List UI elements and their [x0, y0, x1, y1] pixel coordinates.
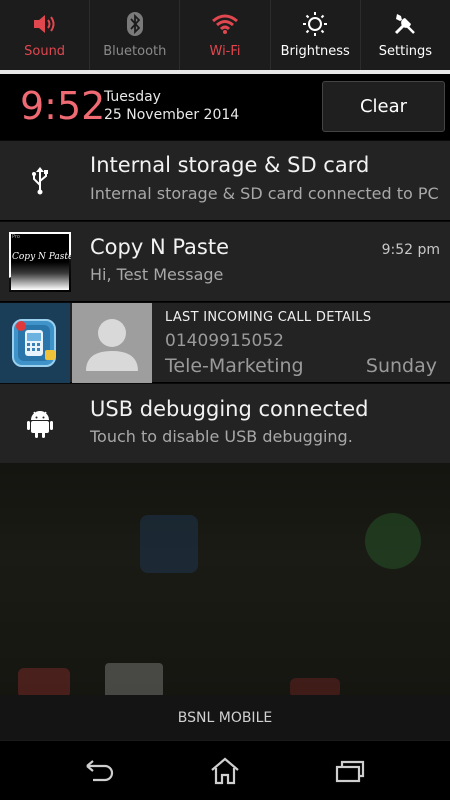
home-icon[interactable]	[205, 755, 245, 787]
notification-title: Copy N Paste	[90, 235, 230, 259]
quick-setting-sound[interactable]: Sound	[0, 0, 91, 70]
notification-text: Touch to disable USB debugging.	[90, 427, 353, 446]
speaker-icon	[31, 10, 59, 38]
quick-settings-bar: Sound Bluetooth Wi-Fi Brightness Setting…	[0, 0, 450, 70]
android-icon	[0, 384, 80, 464]
back-icon[interactable]	[80, 755, 120, 787]
bluetooth-icon	[125, 10, 145, 38]
quick-setting-label: Bluetooth	[103, 44, 167, 59]
logo-text: Copy N Paste	[12, 252, 71, 262]
home-screen-background	[0, 463, 450, 695]
background-app-icon	[140, 515, 198, 573]
notification-usb-debugging[interactable]: USB debugging connected Touch to disable…	[0, 383, 450, 463]
background-app-icon	[105, 663, 163, 695]
quick-setting-wifi[interactable]: Wi-Fi	[180, 0, 271, 70]
header-row: 9:52 Tuesday 25 November 2014 Clear	[0, 74, 450, 140]
call-heading: LAST INCOMING CALL DETAILS	[165, 310, 372, 325]
background-app-icon	[365, 513, 421, 569]
call-day: Sunday	[365, 355, 437, 377]
carrier-label: BSNL MOBILE	[0, 695, 450, 740]
quick-setting-label: Brightness	[280, 44, 350, 59]
notification-text: Hi, Test Message	[90, 265, 224, 284]
quick-setting-settings[interactable]: Settings	[361, 0, 450, 70]
usb-icon	[0, 141, 80, 221]
notification-title: Internal storage & SD card	[90, 153, 370, 177]
day-label: Tuesday	[104, 89, 161, 105]
quick-setting-label: Wi-Fi	[209, 44, 241, 59]
notification-text: Internal storage & SD card connected to …	[90, 184, 439, 203]
logo-tag: Pro	[12, 234, 20, 240]
notification-copy-n-paste[interactable]: Pro Copy N Paste Copy N Paste Hi, Test M…	[0, 221, 450, 301]
wrench-screwdriver-icon	[392, 10, 418, 38]
quick-setting-brightness[interactable]: Brightness	[271, 0, 361, 70]
brightness-icon	[302, 10, 328, 38]
quick-setting-label: Sound	[24, 44, 66, 59]
navigation-bar	[0, 740, 450, 800]
wifi-icon	[211, 10, 239, 38]
clear-button[interactable]: Clear	[322, 81, 445, 132]
background-app-icon	[290, 678, 340, 695]
call-number: 01409915052	[165, 331, 284, 351]
recents-icon[interactable]	[330, 755, 370, 787]
call-tag: Tele-Marketing	[165, 355, 304, 377]
quick-setting-bluetooth[interactable]: Bluetooth	[90, 0, 181, 70]
call-log-app-icon	[0, 303, 70, 383]
date-label: 25 November 2014	[104, 107, 240, 123]
clock: 9:52	[20, 84, 106, 128]
contact-avatar-icon	[72, 303, 152, 383]
notification-title: USB debugging connected	[90, 397, 369, 421]
notification-last-call[interactable]: LAST INCOMING CALL DETAILS 01409915052 T…	[0, 302, 450, 383]
quick-setting-label: Settings	[378, 44, 433, 59]
background-app-icon	[18, 668, 70, 695]
copy-n-paste-app-icon: Pro Copy N Paste	[0, 222, 80, 302]
notification-time: 9:52 pm	[381, 242, 440, 258]
notification-storage[interactable]: Internal storage & SD card Internal stor…	[0, 140, 450, 220]
